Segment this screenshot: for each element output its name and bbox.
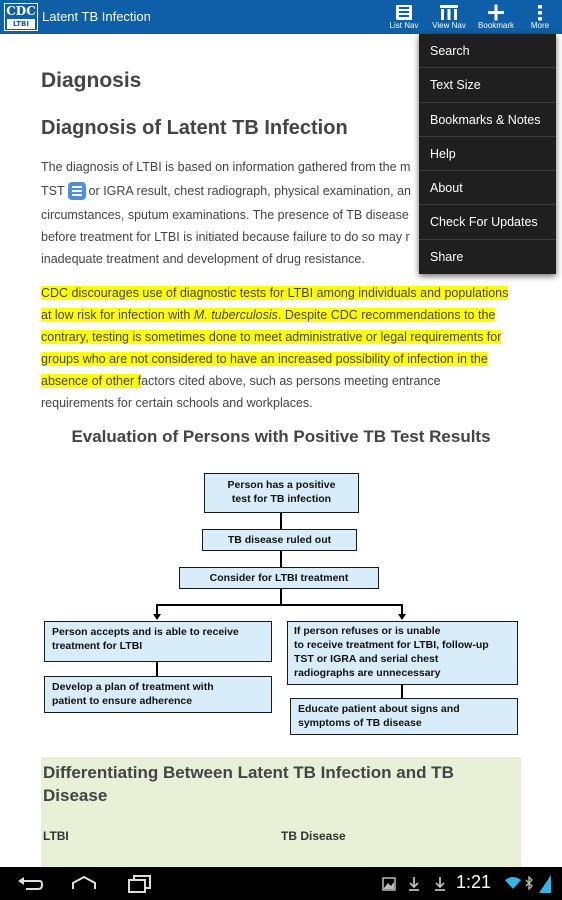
view-nav-button[interactable]: View Nav <box>428 1 470 33</box>
flow-box-person-refuses: If person refuses or is unable to receiv… <box>287 621 518 685</box>
flow-text: Educate patient about signs and <box>298 703 460 715</box>
menu-item-text-size[interactable]: Text Size <box>419 68 556 103</box>
view-nav-icon <box>440 5 458 20</box>
flow-branch <box>156 604 403 606</box>
plus-icon <box>488 4 504 21</box>
flow-text: Person has a positive <box>227 479 336 491</box>
list-nav-button[interactable]: List Nav <box>386 1 422 33</box>
overflow-icon <box>538 5 542 21</box>
flow-text: If person refuses or is unable <box>294 625 441 637</box>
section-title: Diagnosis of Latent TB Infection <box>41 117 348 139</box>
highlight[interactable]: groups who are not considered to have an… <box>41 352 488 366</box>
italic-term: M. tuberculosis <box>193 308 278 322</box>
menu-item-about[interactable]: About <box>419 171 556 206</box>
list-nav-icon <box>396 5 412 20</box>
flow-box-positive-test: Person has a positive test for TB infect… <box>204 473 359 513</box>
flow-box-educate-patient: Educate patient about signs and symptoms… <box>290 698 518 735</box>
text-fragment: or IGRA result, chest radiograph, physic… <box>88 184 411 198</box>
menu-item-share[interactable]: Share <box>419 240 556 274</box>
flow-connector <box>156 662 158 676</box>
back-icon[interactable] <box>16 875 44 893</box>
column-header-tb-disease: TB Disease <box>281 829 346 843</box>
logo-subtext: LTBI <box>7 19 35 29</box>
evaluation-heading: Evaluation of Persons with Positive TB T… <box>71 427 491 446</box>
flow-text: Develop a plan of treatment with <box>52 681 214 693</box>
app-title: Latent TB Infection <box>42 9 151 24</box>
differentiating-section: Differentiating Between Latent TB Infect… <box>41 757 521 867</box>
flow-text: TST or IGRA and serial chest <box>294 653 439 665</box>
column-header-ltbi: LTBI <box>43 829 69 843</box>
home-icon[interactable] <box>70 875 98 893</box>
bookmark-button[interactable]: Bookmark <box>474 1 518 33</box>
highlighted-paragraph: CDC discourages use of diagnostic tests … <box>41 282 521 414</box>
download-icon <box>435 877 445 891</box>
highlight[interactable]: at low risk for infection with M. tuberc… <box>41 308 496 322</box>
menu-item-search[interactable]: Search <box>419 34 556 69</box>
more-label: More <box>530 21 550 30</box>
menu-item-help[interactable]: Help <box>419 137 556 172</box>
download-icon <box>409 877 419 891</box>
list-nav-label: List Nav <box>389 21 419 30</box>
flow-text: patient to ensure adherence <box>52 695 193 707</box>
image-notification-icon <box>382 877 396 891</box>
differentiating-heading: Differentiating Between Latent TB Infect… <box>43 763 454 805</box>
view-nav-label: View Nav <box>432 21 466 30</box>
text-fragment: at low risk for infection with <box>41 308 194 322</box>
text-fragment: actors cited above, such as persons meet… <box>141 374 441 388</box>
bookmark-label: Bookmark <box>477 21 514 30</box>
menu-item-bookmarks-notes[interactable]: Bookmarks & Notes <box>419 103 556 137</box>
flow-text: Person accepts and is able to receive <box>52 626 239 638</box>
flow-box-disease-ruled-out: TB disease ruled out <box>202 529 357 551</box>
text-line: absence of other factors cited above, su… <box>41 370 521 392</box>
system-nav-bar: 1:21 <box>0 867 562 900</box>
arrow-down-icon <box>153 614 161 620</box>
recent-apps-icon[interactable] <box>126 874 154 894</box>
flow-text: treatment for LTBI <box>52 640 143 652</box>
text-line: groups who are not considered to have an… <box>41 348 521 370</box>
page-title: Diagnosis <box>41 69 142 92</box>
signal-icon <box>539 875 551 893</box>
flow-box-plan-treatment: Develop a plan of treatment with patient… <box>44 676 272 713</box>
arrow-down-icon <box>398 614 406 620</box>
text-fragment: TST <box>41 184 65 198</box>
wifi-icon <box>505 877 521 889</box>
menu-item-check-updates[interactable]: Check For Updates <box>419 205 556 240</box>
flow-text: to receive treatment for LTBI, follow-up <box>294 639 489 651</box>
overflow-menu: Search Text Size Bookmarks & Notes Help … <box>419 34 556 274</box>
text-fragment: . Despite CDC recommendations to the <box>277 308 496 322</box>
flow-box-consider-treatment: Consider for LTBI treatment <box>179 567 379 589</box>
status-clock: 1:21 <box>456 872 492 892</box>
highlight[interactable]: absence of other f <box>41 374 142 388</box>
bluetooth-icon <box>525 876 533 890</box>
flow-connector <box>280 589 282 604</box>
flow-connector <box>401 685 403 698</box>
text-line: requirements for certain schools and wor… <box>41 396 313 410</box>
text-line: CDC discourages use of diagnostic tests … <box>41 282 521 304</box>
more-button[interactable]: More <box>524 1 556 33</box>
highlight[interactable]: contrary, testing is sometimes done to m… <box>41 330 502 344</box>
text-line: at low risk for infection with M. tuberc… <box>41 304 521 326</box>
app-logo[interactable]: CDC LTBI <box>4 3 38 31</box>
highlight[interactable]: CDC discourages use of diagnostic tests … <box>41 286 509 300</box>
flow-text: radiographs are unnecessary <box>294 667 441 679</box>
flow-connector <box>280 513 282 529</box>
flow-text: symptoms of TB disease <box>298 717 422 729</box>
logo-text: CDC <box>6 4 36 18</box>
note-icon[interactable] <box>67 182 86 200</box>
text-line: contrary, testing is sometimes done to m… <box>41 326 521 348</box>
flow-text: test for TB infection <box>231 493 332 505</box>
flow-box-person-accepts: Person accepts and is able to receive tr… <box>44 621 272 662</box>
flow-connector <box>280 551 282 567</box>
action-bar: CDC LTBI Latent TB Infection List Nav Vi… <box>0 0 562 34</box>
